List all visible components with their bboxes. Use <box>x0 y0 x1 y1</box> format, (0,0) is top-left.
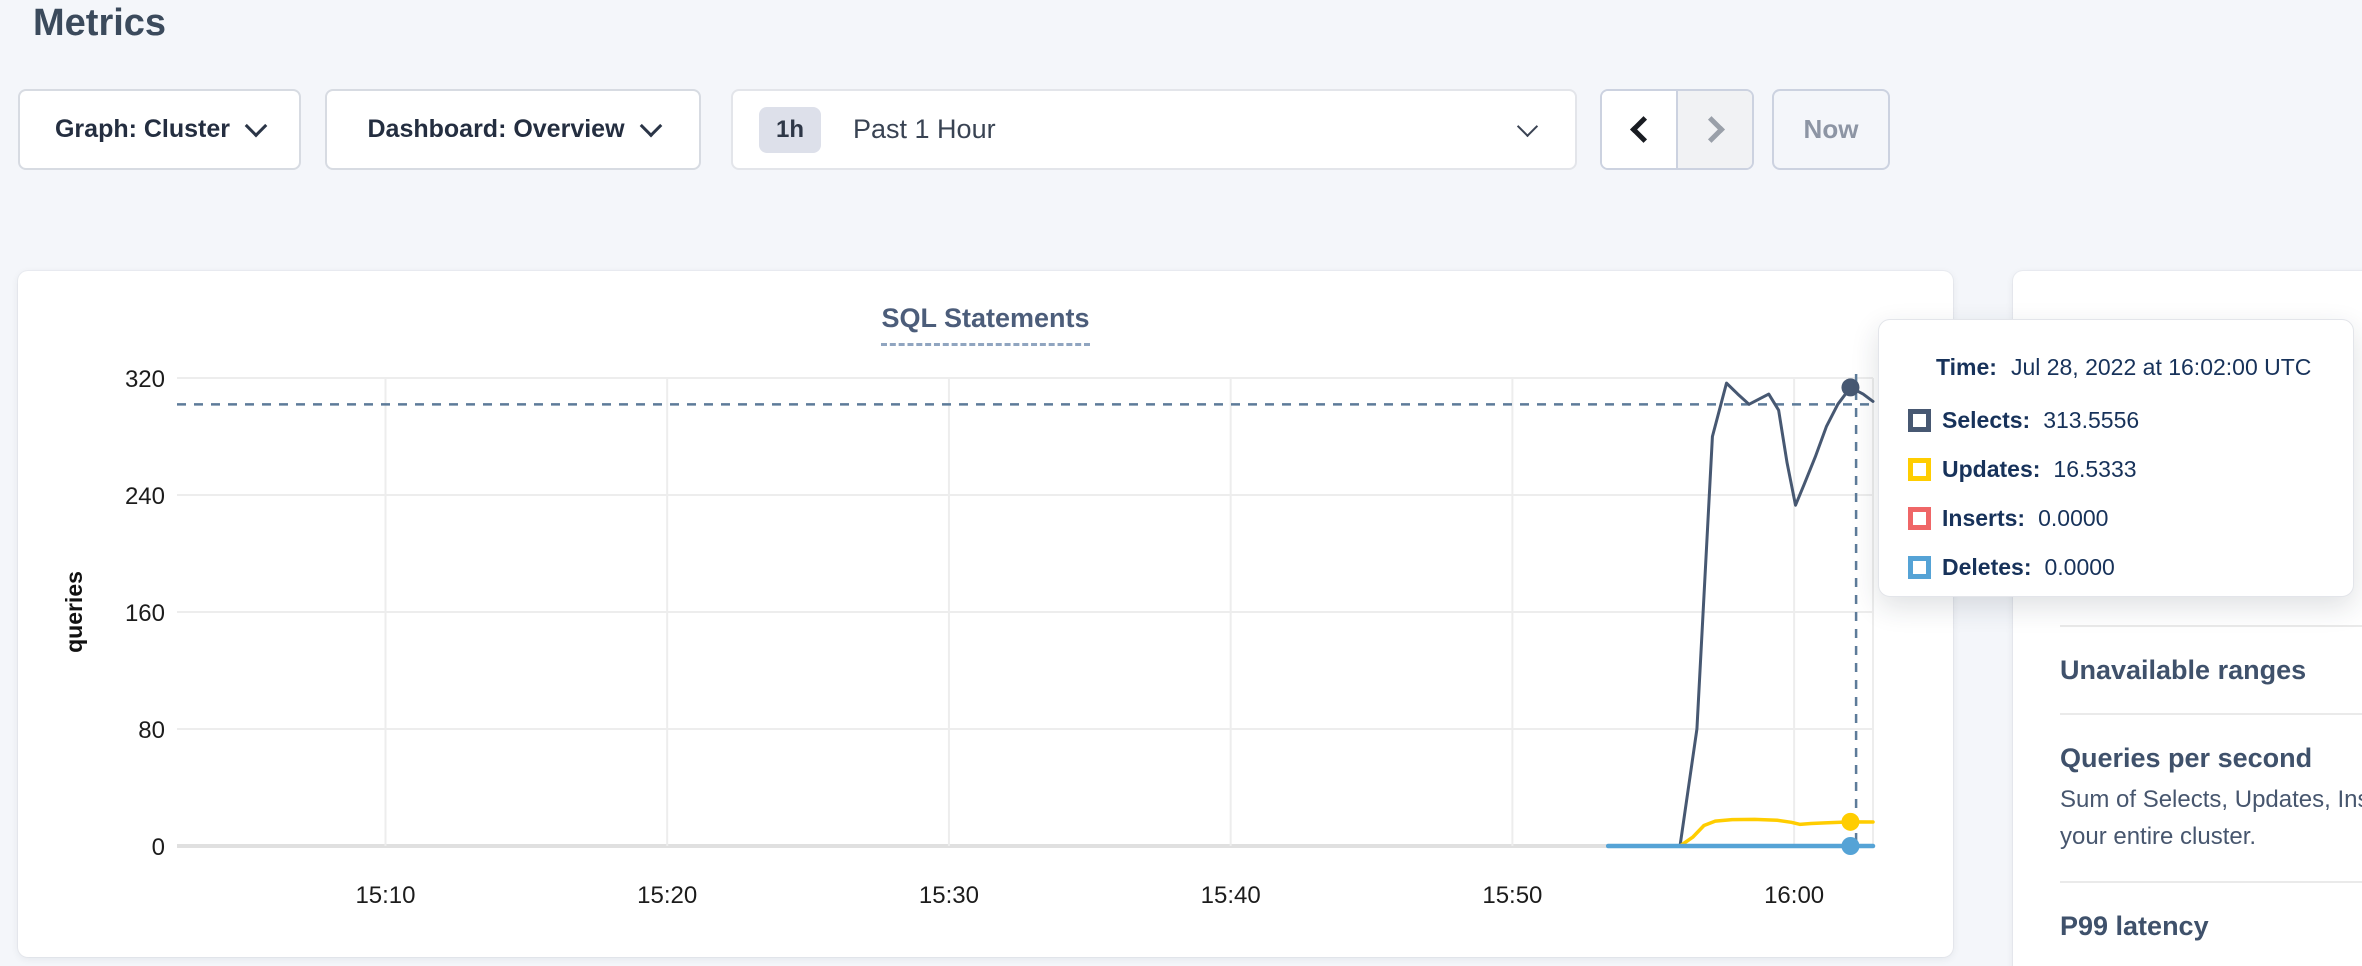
tooltip-series-rows: Selects: 313.5556Updates: 16.5333 Inserts: 0… <box>1908 407 2353 581</box>
y-tick-label: 160 <box>125 600 165 627</box>
highlight-dot-updates <box>1841 813 1859 831</box>
time-range-selector[interactable]: 1h Past 1 Hour <box>731 89 1577 170</box>
y-tick-label: 240 <box>125 483 165 510</box>
x-tick-label: 15:10 <box>355 882 415 909</box>
series-line-selects <box>1608 383 1873 846</box>
tooltip-series-row: Selects: 313.5556 <box>1908 407 2353 434</box>
x-tick-label: 15:40 <box>1201 882 1261 909</box>
tooltip-series-row: Deletes: 0.0000 <box>1908 554 2353 581</box>
series-line-updates <box>1608 819 1873 846</box>
y-tick-label: 80 <box>138 717 165 744</box>
sidebar-description-line: your entire cluster. <box>2060 818 2362 855</box>
sidebar-divider <box>2060 713 2362 715</box>
series-swatch-icon <box>1908 556 1931 579</box>
series-value: 0.0000 <box>2038 505 2108 532</box>
sql-statements-card: SQL Statements 08016024032015:1015:2015:… <box>18 271 1953 957</box>
highlight-dot-deletes <box>1841 837 1859 855</box>
graph-dropdown-label: Graph: Cluster <box>55 115 230 144</box>
series-value: 313.5556 <box>2043 407 2139 434</box>
chevron-down-icon <box>639 114 662 137</box>
series-label: Selects: <box>1942 407 2030 434</box>
chevron-left-icon <box>1630 116 1657 143</box>
sidebar-section-heading: P99 latency <box>2060 910 2362 943</box>
chevron-down-icon <box>1517 116 1538 137</box>
sidebar-description-line: Sum of Selects, Updates, Inser <box>2060 781 2362 818</box>
series-label: Inserts: <box>1942 505 2025 532</box>
series-swatch-icon <box>1908 409 1931 432</box>
chart-tooltip: Time: Jul 28, 2022 at 16:02:00 UTC Select… <box>1878 319 2354 597</box>
tooltip-time-label: Time: <box>1936 354 1997 380</box>
graph-dropdown[interactable]: Graph: Cluster <box>18 89 301 170</box>
page-title: Metrics <box>33 2 166 45</box>
sidebar-section-heading: Queries per second <box>2060 742 2362 775</box>
tooltip-series-row: Updates: 16.5333 <box>1908 456 2353 483</box>
x-tick-label: 15:50 <box>1482 882 1542 909</box>
sidebar-section-description: Sum of Selects, Updates, Inseryour entir… <box>2060 781 2362 855</box>
time-pager <box>1600 89 1754 170</box>
tooltip-series-row: Inserts: 0.0000 <box>1908 505 2353 532</box>
y-tick-label: 0 <box>152 834 165 861</box>
x-tick-label: 15:30 <box>919 882 979 909</box>
series-value: 0.0000 <box>2044 554 2114 581</box>
x-tick-label: 16:00 <box>1764 882 1824 909</box>
dashboard-dropdown[interactable]: Dashboard: Overview <box>325 89 701 170</box>
metrics-page: { "page": { "title": "Metrics" }, "toolb… <box>0 0 2362 966</box>
chevron-right-icon <box>1698 116 1725 143</box>
tooltip-time-value: Jul 28, 2022 at 16:02:00 UTC <box>2011 354 2311 380</box>
series-label: Deletes: <box>1942 554 2031 581</box>
previous-time-button[interactable] <box>1602 91 1676 168</box>
y-axis-label: queries <box>61 571 87 653</box>
tooltip-time-row: Time: Jul 28, 2022 at 16:02:00 UTC <box>1936 354 2353 381</box>
series-swatch-icon <box>1908 507 1931 530</box>
series-value: 16.5333 <box>2053 456 2136 483</box>
dashboard-dropdown-label: Dashboard: Overview <box>367 115 624 144</box>
sidebar-section-heading: Unavailable ranges <box>2060 654 2362 687</box>
x-tick-label: 15:20 <box>637 882 697 909</box>
series-label: Updates: <box>1942 456 2040 483</box>
y-tick-label: 320 <box>125 366 165 393</box>
sidebar-divider <box>2060 881 2362 883</box>
time-range-badge: 1h <box>759 107 821 153</box>
highlight-dot-selects <box>1841 378 1859 396</box>
sidebar-divider <box>2060 625 2362 627</box>
next-time-button[interactable] <box>1676 91 1752 168</box>
time-range-label: Past 1 Hour <box>853 114 996 145</box>
series-swatch-icon <box>1908 458 1931 481</box>
sql-statements-chart[interactable]: 0 80 160 240 320 15:10 15:20 15:30 15:40 15:50 16:… <box>18 271 1953 957</box>
chevron-down-icon <box>245 114 268 137</box>
now-button[interactable]: Now <box>1772 89 1890 170</box>
